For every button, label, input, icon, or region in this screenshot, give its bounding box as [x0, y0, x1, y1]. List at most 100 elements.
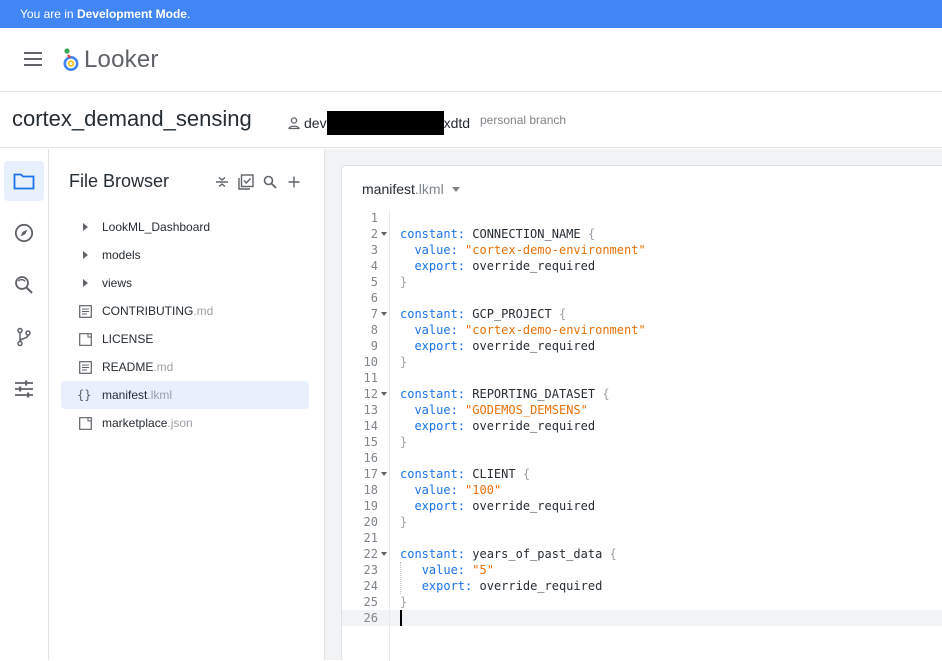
code-line: export: override_required [414, 499, 596, 513]
tree-item-ext: .lkml [147, 388, 173, 402]
line-number: 4 [370, 259, 378, 273]
fold-toggle-icon[interactable] [381, 552, 387, 556]
dev-mode-banner: You are in Development Mode. [0, 0, 942, 28]
bulk-select-button[interactable] [237, 173, 255, 191]
tree-item-label: CONTRIBUTING [102, 304, 194, 318]
caret-right-icon[interactable] [83, 223, 88, 231]
file-browser-toolbar [213, 173, 303, 191]
line-number: 6 [370, 291, 378, 305]
line-number: 22 [363, 547, 378, 561]
line-number: 1 [370, 211, 378, 225]
line-number: 23 [363, 563, 378, 577]
branch-name-suffix: xdtd [443, 115, 471, 131]
code-line: export: override_required [414, 419, 596, 433]
text-cursor [400, 610, 402, 626]
tune-icon [15, 380, 33, 398]
branch-name-prefix: dev [304, 115, 327, 131]
find-replace-rail-button[interactable] [4, 265, 44, 305]
code-line: constant: REPORTING_DATASET { [400, 387, 610, 401]
code-line: export: override_required [414, 339, 596, 353]
code-line: constant: years_of_past_data { [400, 547, 617, 561]
line-number: 2 [370, 227, 378, 241]
dev-mode-prefix: You are in [20, 7, 77, 21]
line-number: 8 [370, 323, 378, 337]
main-menu-button[interactable] [24, 52, 44, 68]
file-browser-panel: File Browser LookML_Dashboard models vie… [49, 149, 325, 660]
code-line: value: "5" [421, 563, 494, 577]
tree-file-contributing[interactable]: CONTRIBUTING.md [61, 297, 309, 325]
code-line: value: "100" [414, 483, 502, 497]
file-tab-ext: .lkml [414, 181, 444, 197]
menu-icon-line [24, 58, 42, 60]
tree-file-readme[interactable]: README.md [61, 353, 309, 381]
file-icon [79, 417, 92, 430]
collapse-all-icon [216, 176, 228, 188]
project-bar: cortex_demand_sensing dev xdtd personal b… [0, 92, 942, 148]
fold-toggle-icon[interactable] [381, 472, 387, 476]
tree-file-license[interactable]: LICENSE [61, 325, 309, 353]
fold-toggle-icon[interactable] [381, 392, 387, 396]
file-browser-rail-button[interactable] [4, 161, 44, 201]
code-braces-icon: {} [77, 388, 92, 402]
code-line: constant: CONNECTION_NAME { [400, 227, 596, 241]
tree-item-ext: .md [153, 360, 174, 374]
tree-item-ext: .md [193, 304, 214, 318]
document-icon [79, 305, 92, 318]
git-actions-rail-button[interactable] [4, 317, 44, 357]
menu-icon-line [24, 52, 42, 54]
file-tab-dropdown[interactable]: manifest .lkml [362, 181, 460, 197]
line-number: 12 [363, 387, 378, 401]
folder-icon [13, 173, 35, 190]
code-line: export: override_required [414, 259, 596, 273]
code-line: } [400, 595, 408, 609]
git-branch-icon [17, 327, 31, 347]
code-line: } [400, 515, 408, 529]
line-number: 13 [363, 403, 378, 417]
looker-logo[interactable]: Looker [62, 46, 159, 74]
project-settings-rail-button[interactable] [4, 369, 44, 409]
file-tree: LookML_Dashboard models views CONTRIBUTI… [61, 213, 309, 437]
tree-item-label: README [102, 360, 154, 374]
tree-item-label: views [102, 276, 133, 290]
collapse-all-button[interactable] [213, 173, 231, 191]
line-number: 21 [363, 531, 378, 545]
caret-right-icon[interactable] [83, 279, 88, 287]
tree-file-manifest[interactable]: {} manifest.lkml [61, 381, 309, 409]
branch-type-label: personal branch [480, 113, 567, 127]
caret-right-icon[interactable] [83, 251, 88, 259]
tree-file-marketplace[interactable]: marketplace.json [61, 409, 309, 437]
document-icon [79, 361, 92, 374]
line-number: 17 [363, 467, 378, 481]
editor-area: manifest .lkml 1 2 3 4 5 6 7 8 9 10 11 12 13 14 15 16 17 1… [325, 149, 942, 661]
find-replace-icon [15, 276, 33, 294]
app-header: Looker [0, 28, 942, 92]
line-number: 3 [370, 243, 378, 257]
code-line: value: "GODEMOS_DEMSENS" [414, 403, 588, 417]
line-number: 10 [363, 355, 378, 369]
tree-item-ext: .json [167, 416, 193, 430]
add-file-button[interactable] [285, 173, 303, 191]
branch-selector[interactable]: dev xdtd [287, 111, 470, 135]
code-line: value: "cortex-demo-environment" [414, 323, 646, 337]
file-browser-title: File Browser [69, 171, 170, 191]
tree-folder-lookml-dashboard[interactable]: LookML_Dashboard [61, 213, 309, 241]
code-line: } [400, 435, 408, 449]
code-line: constant: GCP_PROJECT { [400, 307, 567, 321]
line-number: 7 [370, 307, 378, 321]
code-line: } [400, 275, 408, 289]
line-number: 19 [363, 499, 378, 513]
search-icon [263, 175, 277, 189]
search-files-button[interactable] [261, 173, 279, 191]
fold-toggle-icon[interactable] [381, 232, 387, 236]
tree-folder-views[interactable]: views [61, 269, 309, 297]
bulk-select-icon [238, 174, 254, 190]
line-number: 18 [363, 483, 378, 497]
code-line: export: override_required [421, 579, 603, 593]
object-browser-rail-button[interactable] [4, 213, 44, 253]
dev-mode-label: Development Mode [76, 7, 187, 21]
ide-icon-rail [0, 149, 49, 660]
code-content[interactable]: constant: CONNECTION_NAME { value: "cort… [390, 210, 942, 661]
tree-folder-models[interactable]: models [61, 241, 309, 269]
file-tab-name: manifest [362, 181, 415, 197]
fold-toggle-icon[interactable] [381, 312, 387, 316]
